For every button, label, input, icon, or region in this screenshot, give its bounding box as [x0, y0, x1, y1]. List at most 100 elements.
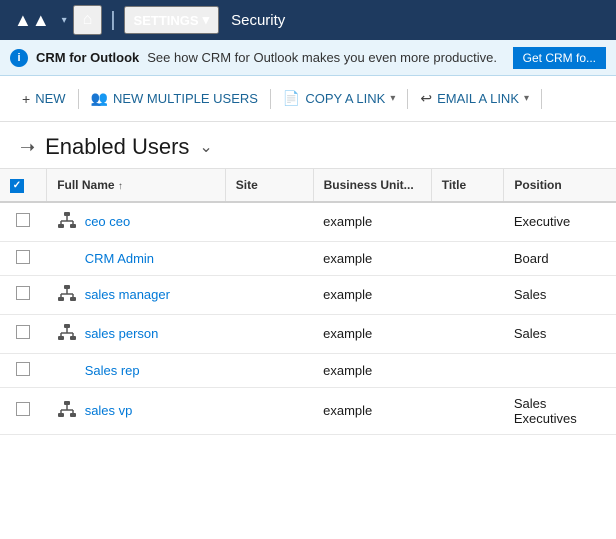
col-fullname-header[interactable]: Full Name ↑ — [47, 169, 226, 202]
user-org-icon — [57, 323, 79, 345]
nav-divider: | — [106, 9, 119, 32]
row-business-unit: example — [313, 202, 431, 242]
row-position: Executive — [504, 202, 616, 242]
row-site — [225, 353, 313, 387]
row-checkbox-cell[interactable] — [0, 314, 47, 353]
row-site — [225, 275, 313, 314]
toolbar-sep-4 — [541, 89, 542, 109]
user-name: Sales rep — [85, 363, 140, 378]
user-name: sales person — [85, 326, 159, 341]
copy-link-dropdown-icon: ▾ — [390, 93, 395, 104]
row-title — [431, 275, 504, 314]
row-business-unit: example — [313, 353, 431, 387]
user-org-icon — [57, 211, 79, 233]
row-checkbox[interactable] — [16, 286, 30, 300]
user-name: CRM Admin — [85, 251, 154, 266]
security-label: Security — [223, 8, 293, 33]
table-row: sales person example Sales — [0, 314, 616, 353]
info-icon: i — [10, 49, 28, 67]
table-header-row: ✓ Full Name ↑ Site Business Unit... Titl… — [0, 169, 616, 202]
col-position-header[interactable]: Position — [504, 169, 616, 202]
row-title — [431, 241, 504, 275]
toolbar-sep-1 — [78, 89, 79, 109]
table-row: ceo ceo example Executive — [0, 202, 616, 242]
row-position: Sales Executives — [504, 387, 616, 434]
row-business-unit: example — [313, 314, 431, 353]
email-link-button[interactable]: ↩ EMAIL A LINK ▾ — [410, 84, 539, 113]
row-checkbox[interactable] — [16, 362, 30, 376]
new-multiple-users-button[interactable]: 👥 NEW MULTIPLE USERS — [81, 84, 268, 113]
col-bizunit-header[interactable]: Business Unit... — [313, 169, 431, 202]
row-business-unit: example — [313, 241, 431, 275]
toolbar-sep-3 — [407, 89, 408, 109]
row-site — [225, 241, 313, 275]
row-checkbox-cell[interactable] — [0, 387, 47, 434]
user-name: ceo ceo — [85, 214, 131, 229]
col-site-header[interactable]: Site — [225, 169, 313, 202]
settings-button[interactable]: SETTINGS ▾ — [124, 6, 220, 34]
user-name: sales manager — [85, 287, 170, 302]
page-nav-arrow-icon: ➝ — [20, 137, 35, 158]
row-checkbox[interactable] — [16, 213, 30, 227]
email-link-icon: ↩ — [420, 90, 432, 107]
row-fullname: sales vp — [47, 387, 226, 434]
row-fullname: ceo ceo — [47, 202, 226, 242]
toolbar-sep-2 — [270, 89, 271, 109]
page-title-dropdown-icon[interactable]: ⌄ — [199, 137, 212, 157]
toolbar: + NEW 👥 NEW MULTIPLE USERS 📄 COPY A LINK… — [0, 76, 616, 122]
users-icon: 👥 — [91, 90, 108, 107]
email-link-label: EMAIL A LINK — [437, 91, 519, 106]
row-business-unit: example — [313, 275, 431, 314]
row-checkbox[interactable] — [16, 402, 30, 416]
row-title — [431, 387, 504, 434]
row-business-unit: example — [313, 387, 431, 434]
settings-dropdown-icon: ▾ — [203, 12, 210, 28]
row-site — [225, 202, 313, 242]
table-row: sales manager example Sales — [0, 275, 616, 314]
copy-link-label: COPY A LINK — [305, 91, 385, 106]
row-checkbox-cell[interactable] — [0, 353, 47, 387]
top-nav: ▲▲ ▾ ⌂ | SETTINGS ▾ Security — [0, 0, 616, 40]
home-button[interactable]: ⌂ — [73, 5, 103, 35]
new-icon: + — [22, 91, 30, 107]
col-checkbox[interactable]: ✓ — [0, 169, 47, 202]
sort-asc-icon: ↑ — [118, 181, 123, 192]
email-link-dropdown-icon: ▾ — [524, 93, 529, 104]
row-site — [225, 387, 313, 434]
row-fullname: CRM Admin — [47, 241, 226, 275]
select-all-checkbox[interactable]: ✓ — [10, 179, 24, 193]
row-position: Board — [504, 241, 616, 275]
copy-link-icon: 📄 — [283, 90, 300, 107]
user-name: sales vp — [85, 403, 133, 418]
logo: ▲▲ — [8, 6, 56, 35]
row-checkbox[interactable] — [16, 325, 30, 339]
table-row: Sales rep example — [0, 353, 616, 387]
new-button[interactable]: + NEW — [12, 85, 76, 113]
row-checkbox-cell[interactable] — [0, 275, 47, 314]
row-position: Sales — [504, 314, 616, 353]
page-header: ➝ Enabled Users ⌄ — [0, 122, 616, 169]
logo-chevron-icon: ▾ — [60, 15, 69, 26]
row-checkbox-cell[interactable] — [0, 202, 47, 242]
user-org-icon — [57, 284, 79, 306]
info-message: See how CRM for Outlook makes you even m… — [147, 50, 497, 65]
settings-label: SETTINGS — [134, 13, 199, 28]
info-bar: i CRM for Outlook See how CRM for Outloo… — [0, 40, 616, 76]
users-table: ✓ Full Name ↑ Site Business Unit... Titl… — [0, 169, 616, 435]
user-org-icon — [57, 400, 79, 422]
table-row: sales vp example Sales Executives — [0, 387, 616, 434]
row-fullname: sales person — [47, 314, 226, 353]
col-title-header[interactable]: Title — [431, 169, 504, 202]
row-site — [225, 314, 313, 353]
row-title — [431, 353, 504, 387]
row-checkbox[interactable] — [16, 250, 30, 264]
get-crm-button[interactable]: Get CRM fo... — [513, 47, 606, 69]
row-fullname: sales manager — [47, 275, 226, 314]
row-checkbox-cell[interactable] — [0, 241, 47, 275]
info-app-name: CRM for Outlook — [36, 50, 139, 65]
copy-link-button[interactable]: 📄 COPY A LINK ▾ — [273, 84, 405, 113]
row-title — [431, 314, 504, 353]
row-position: Sales — [504, 275, 616, 314]
row-title — [431, 202, 504, 242]
row-position — [504, 353, 616, 387]
